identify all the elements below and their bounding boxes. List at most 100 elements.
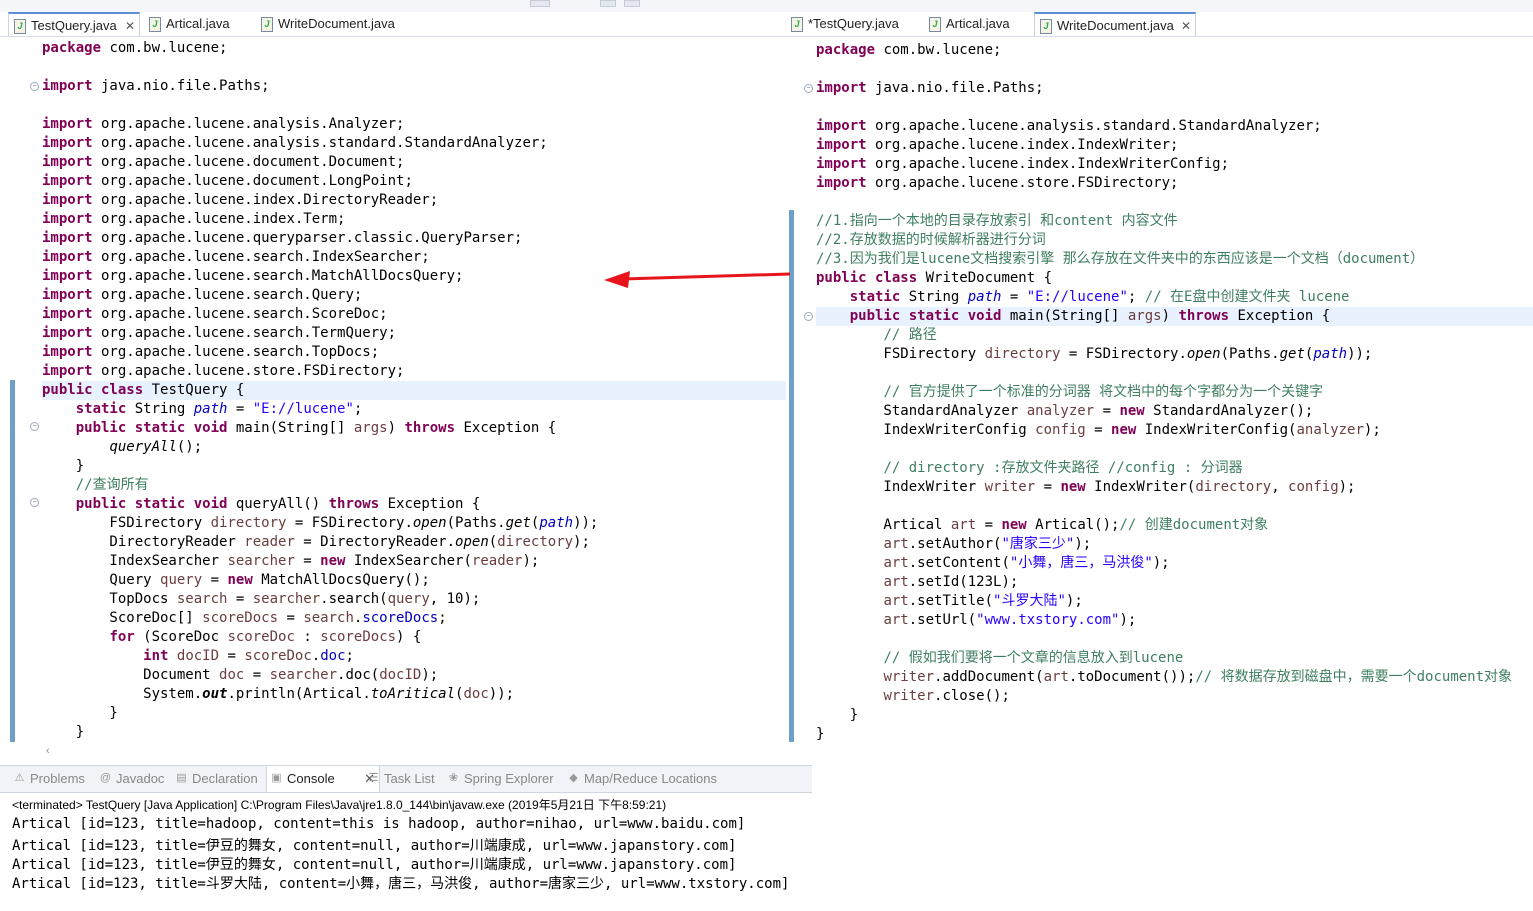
code-line[interactable]: // 路径 [816, 326, 936, 345]
code-line[interactable]: public static void main(String[] args) t… [42, 419, 556, 438]
code-line[interactable]: StandardAnalyzer analyzer = new Standard… [816, 402, 1313, 421]
code-line[interactable]: static String path = "E://lucene"; // 在E… [816, 288, 1350, 307]
code-line[interactable]: import org.apache.lucene.index.Directory… [42, 191, 438, 210]
code-token: public class [816, 270, 918, 286]
code-token: // 官方提供了一个标准的分词器 将文档中的每个字都分为一个关键字 [883, 384, 1324, 400]
tab-label: WriteDocument.java [278, 16, 395, 31]
tab-artical-java[interactable]: J Artical.java [144, 12, 254, 36]
code-line[interactable]: art.setTitle("斗罗大陆"); [816, 592, 1082, 611]
code-line[interactable]: package com.bw.lucene; [42, 39, 227, 58]
code-token: ); [1119, 612, 1137, 628]
code-line[interactable]: import java.nio.file.Paths; [816, 79, 1044, 98]
fold-icon[interactable]: − [30, 82, 39, 91]
code-line[interactable]: // 假如我们要将一个文章的信息放入到lucene [816, 649, 1183, 668]
code-line[interactable]: art.setContent("小舞，唐三，马洪俊"); [816, 554, 1169, 573]
code-line[interactable]: import org.apache.lucene.analysis.standa… [816, 117, 1322, 136]
code-line[interactable]: FSDirectory directory = FSDirectory.open… [816, 345, 1372, 364]
close-icon[interactable]: ✕ [1181, 14, 1191, 38]
code-token: org.apache.lucene.index.IndexWriter; [866, 137, 1179, 153]
tab-spring-explorer[interactable]: ❀ Spring Explorer [444, 766, 580, 792]
code-line[interactable]: import org.apache.lucene.search.MatchAll… [42, 267, 463, 286]
code-line[interactable]: for (ScoreDoc scoreDoc : scoreDocs) { [42, 628, 421, 647]
code-token: new [1060, 479, 1086, 495]
fold-icon[interactable]: − [804, 312, 813, 321]
code-line[interactable]: import java.nio.file.Paths; [42, 77, 270, 96]
code-line[interactable]: public static void main(String[] args) t… [816, 307, 1330, 326]
code-line[interactable]: //1.指向一个本地的目录存放索引 和content 内容文件 [816, 212, 1178, 231]
code-line[interactable]: } [42, 457, 84, 476]
code-line[interactable]: art.setUrl("www.txstory.com"); [816, 611, 1136, 630]
code-token: open [412, 515, 447, 531]
code-line[interactable]: IndexWriter writer = new IndexWriter(dir… [816, 478, 1355, 497]
tab-writedocument-java[interactable]: J WriteDocument.java ✕ [1034, 12, 1196, 36]
code-line[interactable]: Document doc = searcher.doc(docID); [42, 666, 438, 685]
code-line[interactable]: } [816, 706, 858, 725]
code-token: ScoreDoc[] [42, 610, 203, 626]
code-line[interactable]: DirectoryReader reader = DirectoryReader… [42, 533, 589, 552]
fold-icon[interactable]: − [30, 498, 39, 507]
code-token: Artical [816, 517, 951, 533]
code-token: public static void [849, 308, 1002, 324]
code-line[interactable]: //2.存放数据的时候解析器进行分词 [816, 231, 1046, 250]
code-line[interactable]: writer.addDocument(art.toDocument());// … [816, 668, 1512, 687]
code-line[interactable]: art.setId(123L); [816, 573, 1018, 592]
tab-artical-java[interactable]: J Artical.java [924, 12, 1028, 36]
code-line[interactable]: } [42, 723, 84, 742]
tab-writedocument-java[interactable]: J WriteDocument.java [256, 12, 416, 36]
scroll-left-icon[interactable]: ‹ [46, 745, 50, 757]
tab-map-reduce-locations[interactable]: ◆ Map/Reduce Locations [564, 766, 744, 792]
code-line[interactable]: package com.bw.lucene; [816, 41, 1001, 60]
code-token: Document [42, 667, 220, 683]
fold-icon[interactable]: − [30, 422, 39, 431]
code-line[interactable]: import org.apache.lucene.search.ScoreDoc… [42, 305, 388, 324]
code-line[interactable]: public class WriteDocument { [816, 269, 1052, 288]
right-code-area[interactable]: package com.bw.lucene; import java.nio.fi… [816, 41, 1533, 747]
tab-testquery-java[interactable]: J *TestQuery.java [786, 12, 916, 36]
code-line[interactable]: IndexSearcher searcher = new IndexSearch… [42, 552, 539, 571]
code-line[interactable]: writer.close(); [816, 687, 1009, 706]
code-line[interactable]: import org.apache.lucene.document.Docume… [42, 153, 404, 172]
code-line[interactable]: art.setAuthor("唐家三少"); [816, 535, 1091, 554]
code-line[interactable]: //3.因为我们是lucene文档搜索引擎 那么存放在文件夹中的东西应该是一个文… [816, 250, 1424, 269]
code-line[interactable]: Query query = new MatchAllDocsQuery(); [42, 571, 429, 590]
code-line[interactable]: //查询所有 [42, 476, 149, 495]
code-line[interactable]: // directory :存放文件夹路径 //config : 分词器 [816, 459, 1242, 478]
code-token: writer [883, 669, 935, 685]
code-line[interactable]: import org.apache.lucene.search.TermQuer… [42, 324, 396, 343]
code-line[interactable]: Artical art = new Artical();// 创建documen… [816, 516, 1268, 535]
code-token: searcher [269, 667, 338, 683]
code-line[interactable]: import org.apache.lucene.analysis.standa… [42, 134, 548, 153]
code-line[interactable]: import org.apache.lucene.queryparser.cla… [42, 229, 522, 248]
code-line[interactable]: TopDocs search = searcher.search(query, … [42, 590, 480, 609]
code-line[interactable]: import org.apache.lucene.document.LongPo… [42, 172, 413, 191]
code-line[interactable]: import org.apache.lucene.search.IndexSea… [42, 248, 430, 267]
fold-icon[interactable]: − [804, 84, 813, 93]
code-line[interactable]: IndexWriterConfig config = new IndexWrit… [816, 421, 1380, 440]
code-line[interactable]: import org.apache.lucene.index.Term; [42, 210, 345, 229]
code-line[interactable]: System.out.println(Artical.toAritical(do… [42, 685, 514, 704]
code-line[interactable]: public class TestQuery { [42, 381, 244, 400]
code-line[interactable]: import org.apache.lucene.store.FSDirecto… [42, 362, 404, 381]
code-line[interactable]: FSDirectory directory = FSDirectory.open… [42, 514, 598, 533]
code-line[interactable]: import org.apache.lucene.search.Query; [42, 286, 362, 305]
code-token: main(String[] [227, 420, 354, 436]
code-line[interactable]: public static void queryAll() throws Exc… [42, 495, 481, 514]
code-line[interactable]: } [42, 704, 117, 723]
code-line[interactable]: import org.apache.lucene.search.TopDocs; [42, 343, 379, 362]
code-line[interactable]: import org.apache.lucene.analysis.Analyz… [42, 115, 404, 134]
code-line[interactable]: // 官方提供了一个标准的分词器 将文档中的每个字都分为一个关键字 [816, 383, 1323, 402]
tab-console[interactable]: ▣ Console ✕ [266, 766, 380, 792]
code-line[interactable]: import org.apache.lucene.index.IndexWrit… [816, 155, 1229, 174]
code-token: )); [1347, 346, 1373, 362]
code-line[interactable]: } [816, 725, 824, 744]
code-line[interactable]: static String path = "E://lucene"; [42, 400, 363, 419]
code-line[interactable]: ScoreDoc[] scoreDocs = search.scoreDocs; [42, 609, 446, 628]
tab-testquery-java[interactable]: J TestQuery.java ✕ [8, 12, 140, 36]
left-code-area[interactable]: package com.bw.lucene; import java.nio.fi… [42, 39, 786, 742]
code-line[interactable]: int docID = scoreDoc.doc; [42, 647, 354, 666]
code-line[interactable]: queryAll(); [42, 438, 202, 457]
code-line[interactable]: import org.apache.lucene.store.FSDirecto… [816, 174, 1178, 193]
code-line[interactable]: import org.apache.lucene.index.IndexWrit… [816, 136, 1178, 155]
close-icon[interactable]: ✕ [125, 14, 135, 38]
